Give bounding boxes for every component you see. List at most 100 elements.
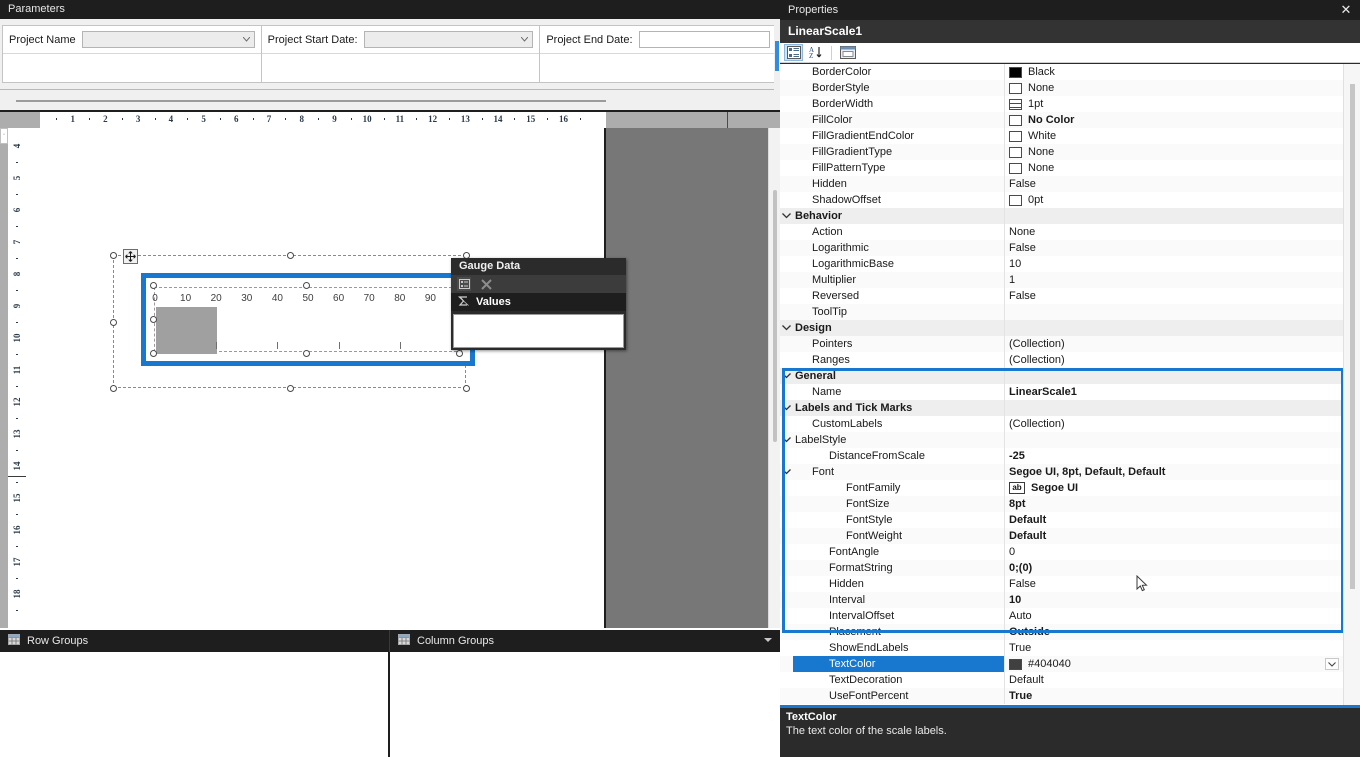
report-body[interactable]: 0102030405060708090100 bbox=[40, 128, 606, 628]
property-value[interactable]: 1 bbox=[1005, 272, 1343, 288]
property-value[interactable]: 0;(0) bbox=[1005, 560, 1343, 576]
property-value[interactable]: Black bbox=[1005, 64, 1343, 80]
property-row[interactable]: FontFamily ab Segoe UI bbox=[780, 480, 1343, 496]
property-row[interactable]: Name LinearScale1 bbox=[780, 384, 1343, 400]
project-name-combo[interactable] bbox=[81, 31, 255, 48]
property-row[interactable]: BorderWidth 1pt bbox=[780, 96, 1343, 112]
row-groups-header[interactable]: Row Groups bbox=[0, 630, 390, 652]
properties-scrollbar[interactable] bbox=[1343, 64, 1360, 705]
property-value[interactable]: None bbox=[1005, 80, 1343, 96]
property-value[interactable]: (Collection) bbox=[1005, 352, 1343, 368]
property-value[interactable]: False bbox=[1005, 240, 1343, 256]
property-value[interactable]: True bbox=[1005, 640, 1343, 656]
property-row[interactable]: Hidden False bbox=[780, 176, 1343, 192]
property-row[interactable]: ToolTip bbox=[780, 304, 1343, 320]
property-row[interactable]: ShadowOffset 0pt bbox=[780, 192, 1343, 208]
property-value[interactable]: #404040 bbox=[1005, 656, 1343, 672]
property-row[interactable]: FontWeight Default bbox=[780, 528, 1343, 544]
property-value[interactable]: None bbox=[1005, 224, 1343, 240]
property-value[interactable]: 0 bbox=[1005, 544, 1343, 560]
property-value[interactable]: Auto bbox=[1005, 608, 1343, 624]
property-row[interactable]: FillGradientEndColor White bbox=[780, 128, 1343, 144]
list-icon[interactable] bbox=[457, 277, 471, 291]
property-value[interactable]: False bbox=[1005, 176, 1343, 192]
property-value[interactable]: 0pt bbox=[1005, 192, 1343, 208]
gauge-data-values-list[interactable] bbox=[453, 314, 624, 348]
scale-resize-handle[interactable] bbox=[303, 350, 310, 357]
horizontal-ruler[interactable]: 1 2 3 4 5 6 7 8 9 10 11 12 13 14 15 16 bbox=[0, 112, 780, 128]
property-row[interactable]: FontStyle Default bbox=[780, 512, 1343, 528]
column-groups-header[interactable]: Column Groups bbox=[390, 630, 780, 652]
property-value[interactable]: LinearScale1 bbox=[1005, 384, 1343, 400]
property-category-row[interactable]: Design bbox=[780, 320, 1343, 336]
chevron-down-icon[interactable] bbox=[780, 432, 793, 448]
row-groups-list[interactable] bbox=[0, 652, 390, 757]
chevron-down-icon[interactable] bbox=[780, 400, 793, 416]
chevron-down-icon[interactable] bbox=[780, 208, 793, 224]
scale-resize-handle[interactable] bbox=[456, 350, 463, 357]
resize-handle[interactable] bbox=[110, 252, 117, 259]
property-value[interactable]: Outside bbox=[1005, 624, 1343, 640]
property-row[interactable]: LabelStyle bbox=[780, 432, 1343, 448]
property-value[interactable]: -25 bbox=[1005, 448, 1343, 464]
property-value[interactable]: True bbox=[1005, 688, 1343, 704]
chevron-down-icon[interactable] bbox=[780, 368, 793, 384]
property-value[interactable]: Default bbox=[1005, 528, 1343, 544]
property-row[interactable]: FontAngle 0 bbox=[780, 544, 1343, 560]
property-value[interactable]: (Collection) bbox=[1005, 336, 1343, 352]
property-value[interactable]: 8pt bbox=[1005, 496, 1343, 512]
property-value[interactable] bbox=[1005, 432, 1343, 448]
property-row[interactable]: BorderStyle None bbox=[780, 80, 1343, 96]
property-row[interactable]: TextColor #404040 bbox=[780, 656, 1343, 672]
property-value[interactable]: 10 bbox=[1005, 256, 1343, 272]
property-row[interactable]: UseFontPercent True bbox=[780, 688, 1343, 704]
move-handle-icon[interactable] bbox=[123, 249, 138, 264]
vertical-ruler[interactable]: 4 5 6 7 8 9 10 11 12 13 14 15 16 17 18 bbox=[0, 128, 26, 628]
property-value[interactable]: 10 bbox=[1005, 592, 1343, 608]
chevron-down-icon[interactable] bbox=[780, 320, 793, 336]
property-row[interactable]: FormatString 0;(0) bbox=[780, 560, 1343, 576]
property-row[interactable]: FillPatternType None bbox=[780, 160, 1343, 176]
resize-handle[interactable] bbox=[287, 385, 294, 392]
property-row[interactable]: FillColor No Color bbox=[780, 112, 1343, 128]
resize-handle[interactable] bbox=[287, 252, 294, 259]
resize-handle[interactable] bbox=[110, 385, 117, 392]
property-value[interactable]: No Color bbox=[1005, 112, 1343, 128]
chevron-down-icon[interactable] bbox=[764, 638, 772, 642]
property-row[interactable]: Ranges (Collection) bbox=[780, 352, 1343, 368]
close-icon[interactable]: ✕ bbox=[1332, 0, 1360, 20]
project-end-date-input[interactable] bbox=[638, 31, 770, 48]
property-row[interactable]: DistanceFromScale -25 bbox=[780, 448, 1343, 464]
property-value[interactable]: Segoe UI, 8pt, Default, Default bbox=[1005, 464, 1343, 480]
gauge-data-values-section[interactable]: Values bbox=[451, 293, 626, 311]
property-row[interactable]: IntervalOffset Auto bbox=[780, 608, 1343, 624]
scale-resize-handle[interactable] bbox=[150, 316, 157, 323]
chevron-down-icon[interactable] bbox=[1325, 658, 1339, 670]
property-row[interactable]: Hidden False bbox=[780, 576, 1343, 592]
delete-icon[interactable] bbox=[479, 277, 493, 291]
property-value[interactable] bbox=[1005, 208, 1343, 224]
property-value[interactable] bbox=[1005, 320, 1343, 336]
chevron-down-icon[interactable] bbox=[780, 464, 793, 480]
property-row[interactable]: BorderColor Black bbox=[780, 64, 1343, 80]
column-groups-list[interactable] bbox=[390, 652, 780, 757]
property-value[interactable]: 1pt bbox=[1005, 96, 1343, 112]
property-value[interactable] bbox=[1005, 400, 1343, 416]
property-value[interactable]: False bbox=[1005, 576, 1343, 592]
property-value[interactable] bbox=[1005, 304, 1343, 320]
property-value[interactable]: (Collection) bbox=[1005, 416, 1343, 432]
property-row[interactable]: CustomLabels (Collection) bbox=[780, 416, 1343, 432]
property-value[interactable]: Default bbox=[1005, 672, 1343, 688]
property-row[interactable]: Reversed False bbox=[780, 288, 1343, 304]
linear-scale-element[interactable]: 0102030405060708090100 bbox=[152, 287, 469, 354]
property-row[interactable]: Action None bbox=[780, 224, 1343, 240]
linear-gauge-panel[interactable]: 0102030405060708090100 bbox=[141, 273, 475, 366]
property-row[interactable]: ShowEndLabels True bbox=[780, 640, 1343, 656]
property-row[interactable]: Placement Outside bbox=[780, 624, 1343, 640]
canvas-vertical-scrollbar[interactable] bbox=[768, 128, 780, 628]
design-surface[interactable]: 0102030405060708090100 bbox=[26, 128, 780, 628]
resize-handle[interactable] bbox=[110, 319, 117, 326]
gauge-report-item-selection[interactable]: 0102030405060708090100 bbox=[110, 249, 475, 392]
property-value[interactable]: False bbox=[1005, 288, 1343, 304]
property-category-row[interactable]: Behavior bbox=[780, 208, 1343, 224]
